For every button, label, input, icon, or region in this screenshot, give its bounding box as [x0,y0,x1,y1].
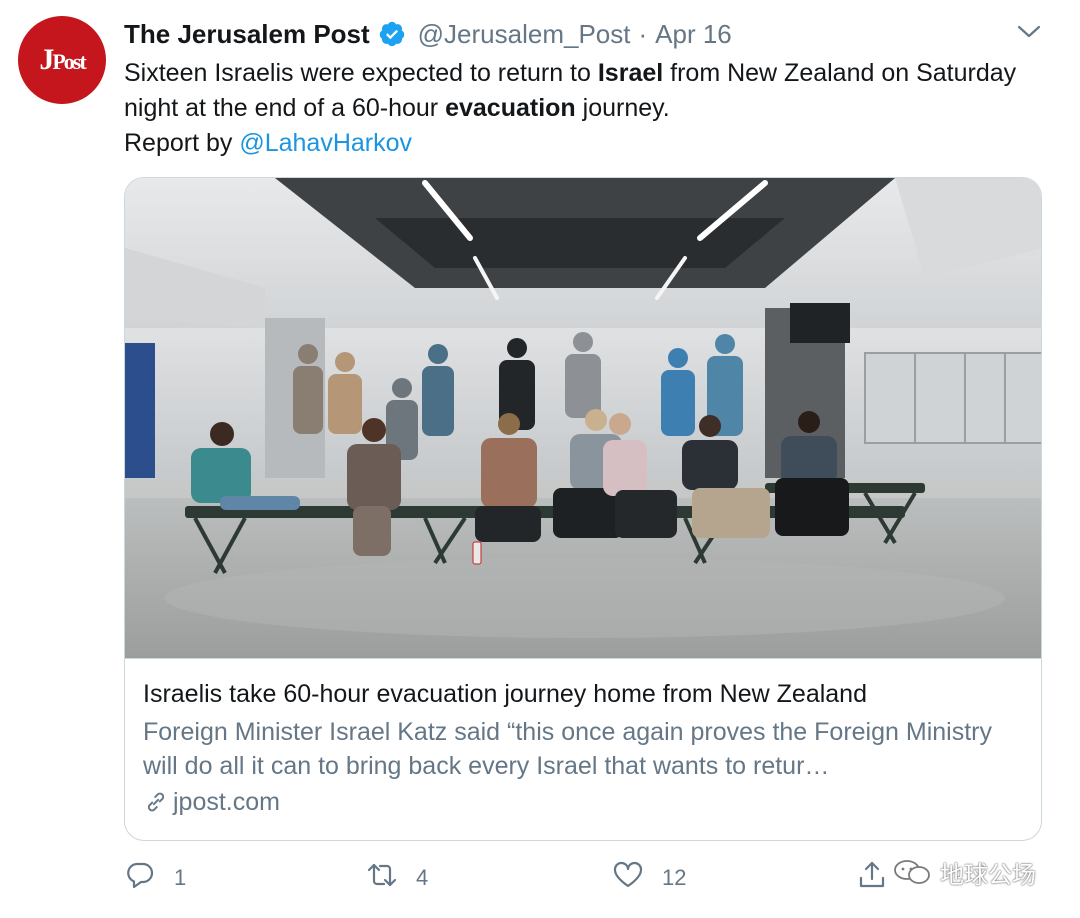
tweet-text-segment: journey. [575,94,670,122]
avatar[interactable]: JPost [18,16,106,104]
share-button[interactable] [856,858,888,898]
report-prefix: Report by [124,129,240,157]
like-count: 12 [662,865,687,890]
reply-button[interactable]: 1 [124,858,186,898]
share-icon [856,859,888,897]
retweet-count: 4 [416,865,429,890]
link-icon [143,789,169,815]
tweet-text-bold: evacuation [445,94,576,122]
heart-icon [612,859,644,897]
tweet-date[interactable]: Apr 16 [655,19,732,50]
retweet-button[interactable]: 4 [366,858,428,898]
verified-badge-icon [378,20,406,48]
tweet-text-bold: Israel [597,59,664,87]
tweet-text: Sixteen Israelis were expected to return… [124,56,1024,161]
card-domain-text[interactable]: jpost.com [173,785,280,819]
card-image[interactable] [125,178,1041,658]
mention-link[interactable]: @LahavHarkov [239,129,412,157]
retweet-icon [366,859,398,897]
chevron-down-icon[interactable] [1016,22,1042,42]
reply-icon [124,859,156,897]
card-description: Foreign Minister Israel Katz said “this … [143,718,992,780]
link-card[interactable]: Israelis take 60-hour evacuation journey… [124,177,1042,841]
card-domain[interactable]: jpost.com [143,785,1023,819]
separator-dot: · [638,18,648,49]
card-body[interactable]: Israelis take 60-hour evacuation journey… [125,658,1041,819]
like-button[interactable]: 12 [612,858,686,898]
reply-count: 1 [174,865,187,890]
tweet-header: The Jerusalem Post @Jerusalem_Post · Apr… [124,16,732,52]
tweet-text-segment: Sixteen Israelis were expected to return… [124,59,598,87]
author-handle[interactable]: @Jerusalem_Post [418,19,631,50]
card-title[interactable]: Israelis take 60-hour evacuation journey… [143,677,1023,711]
author-name[interactable]: The Jerusalem Post [124,19,370,50]
watermark-text: 地球公场 [940,861,1036,889]
watermark: 地球公场 [892,854,1036,890]
chat-bubbles-icon [892,857,932,887]
jpost-logo: JPost [39,43,86,76]
